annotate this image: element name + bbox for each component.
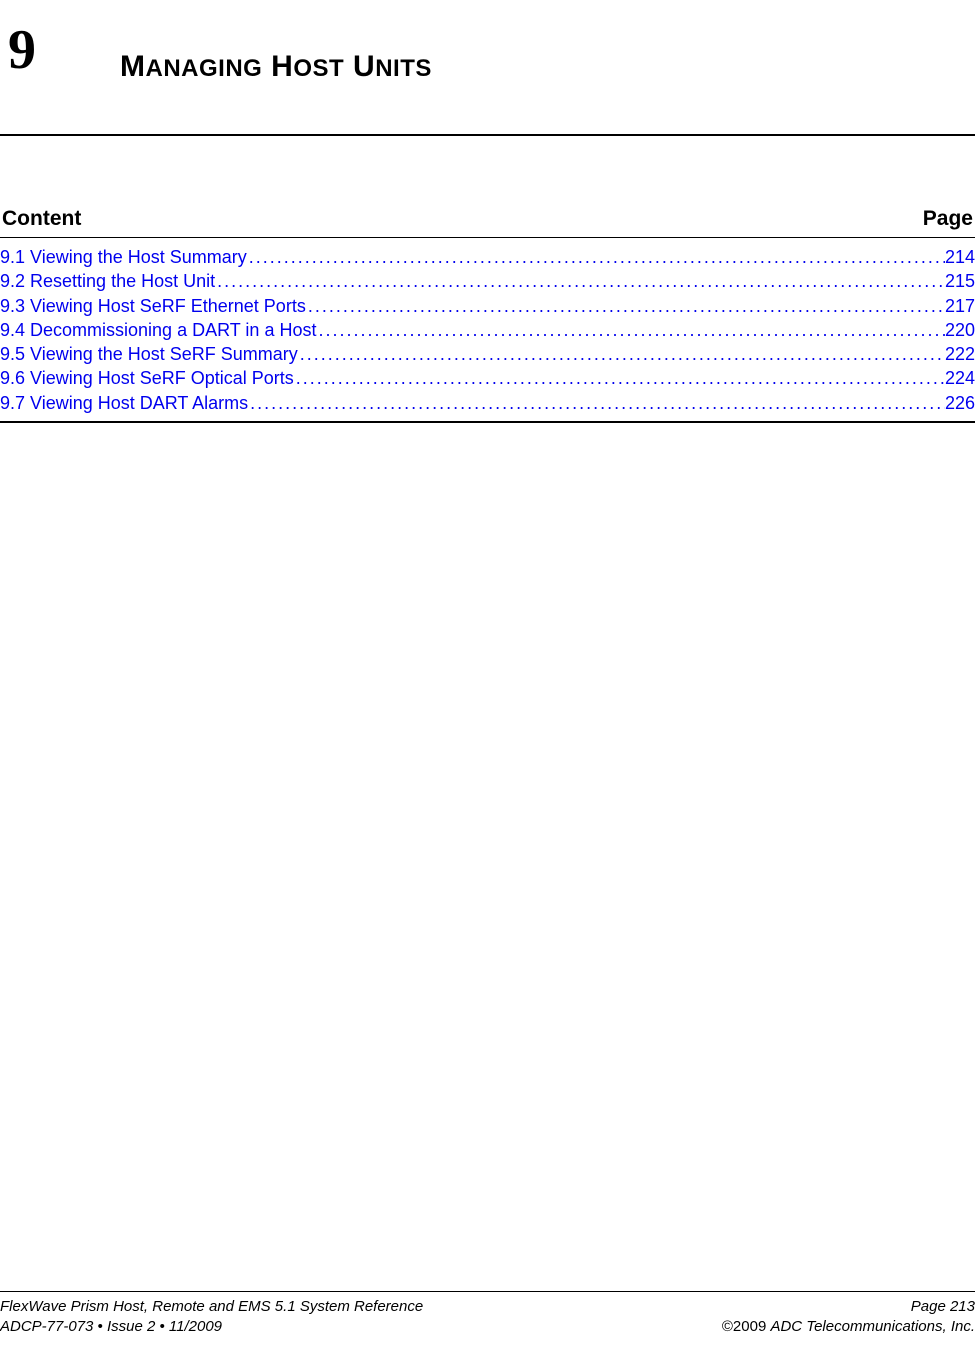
footer-doc-title: FlexWave Prism Host, Remote and EMS 5.1 … [0, 1297, 423, 1317]
footer-copyright-prefix: ©2009 [722, 1318, 771, 1335]
toc-item-title: 9.4 Decommissioning a DART in a Host [0, 318, 316, 342]
toc-dots [316, 318, 944, 342]
chapter-title-small: OST [293, 55, 344, 82]
toc-item-title: 9.3 Viewing Host SeRF Ethernet Ports [0, 294, 306, 318]
toc-dots [248, 391, 945, 415]
toc-item-title: 9.2 Resetting the Host Unit [0, 269, 215, 293]
footer-doc-info: ADCP-77-073 • Issue 2 • 11/2009 [0, 1317, 423, 1337]
chapter-title-cap: H [262, 50, 293, 83]
toc-item[interactable]: 9.7 Viewing Host DART Alarms 226 [0, 391, 975, 415]
toc-item-title: 9.5 Viewing the Host SeRF Summary [0, 342, 298, 366]
toc-header-content: Content [0, 207, 81, 231]
divider [0, 421, 975, 423]
toc-item-page: 220 [945, 318, 975, 342]
footer: FlexWave Prism Host, Remote and EMS 5.1 … [0, 1291, 975, 1338]
chapter-title-cap: U [344, 50, 375, 83]
toc-dots [306, 294, 945, 318]
toc-item[interactable]: 9.3 Viewing Host SeRF Ethernet Ports 217 [0, 294, 975, 318]
toc-item-page: 215 [945, 269, 975, 293]
toc-item[interactable]: 9.6 Viewing Host SeRF Optical Ports 224 [0, 366, 975, 390]
toc-item-title: 9.7 Viewing Host DART Alarms [0, 391, 248, 415]
toc-item[interactable]: 9.2 Resetting the Host Unit 215 [0, 269, 975, 293]
toc-item[interactable]: 9.1 Viewing the Host Summary 214 [0, 245, 975, 269]
toc-dots [298, 342, 945, 366]
chapter-title-cap: M [120, 50, 146, 83]
toc-item[interactable]: 9.5 Viewing the Host SeRF Summary 222 [0, 342, 975, 366]
toc-item-page: 222 [945, 342, 975, 366]
chapter-title-small: ANAGING [146, 55, 263, 82]
chapter-number: 9 [8, 18, 36, 82]
footer-page-number: Page 213 [722, 1297, 975, 1317]
footer-left: FlexWave Prism Host, Remote and EMS 5.1 … [0, 1297, 423, 1338]
toc-dots [215, 269, 945, 293]
toc-dots [247, 245, 945, 269]
toc-item-page: 214 [945, 245, 975, 269]
divider [0, 134, 975, 136]
toc-item-page: 224 [945, 366, 975, 390]
chapter-title-small: NITS [375, 55, 432, 82]
toc-item-page: 217 [945, 294, 975, 318]
toc-item-page: 226 [945, 391, 975, 415]
toc-item-title: 9.1 Viewing the Host Summary [0, 245, 247, 269]
footer-right: Page 213 ©2009 ADC Telecommunications, I… [722, 1297, 975, 1338]
toc-item[interactable]: 9.4 Decommissioning a DART in a Host 220 [0, 318, 975, 342]
toc-header: Content Page [0, 207, 975, 238]
chapter-title: MANAGING HOST UNITS [120, 50, 432, 84]
toc-list: 9.1 Viewing the Host Summary 214 9.2 Res… [0, 245, 975, 415]
toc-item-title: 9.6 Viewing Host SeRF Optical Ports [0, 366, 294, 390]
toc-dots [294, 366, 945, 390]
toc-header-page: Page [923, 207, 975, 231]
footer-copyright-company: ADC Telecommunications, Inc. [770, 1318, 975, 1335]
footer-copyright: ©2009 ADC Telecommunications, Inc. [722, 1317, 975, 1337]
